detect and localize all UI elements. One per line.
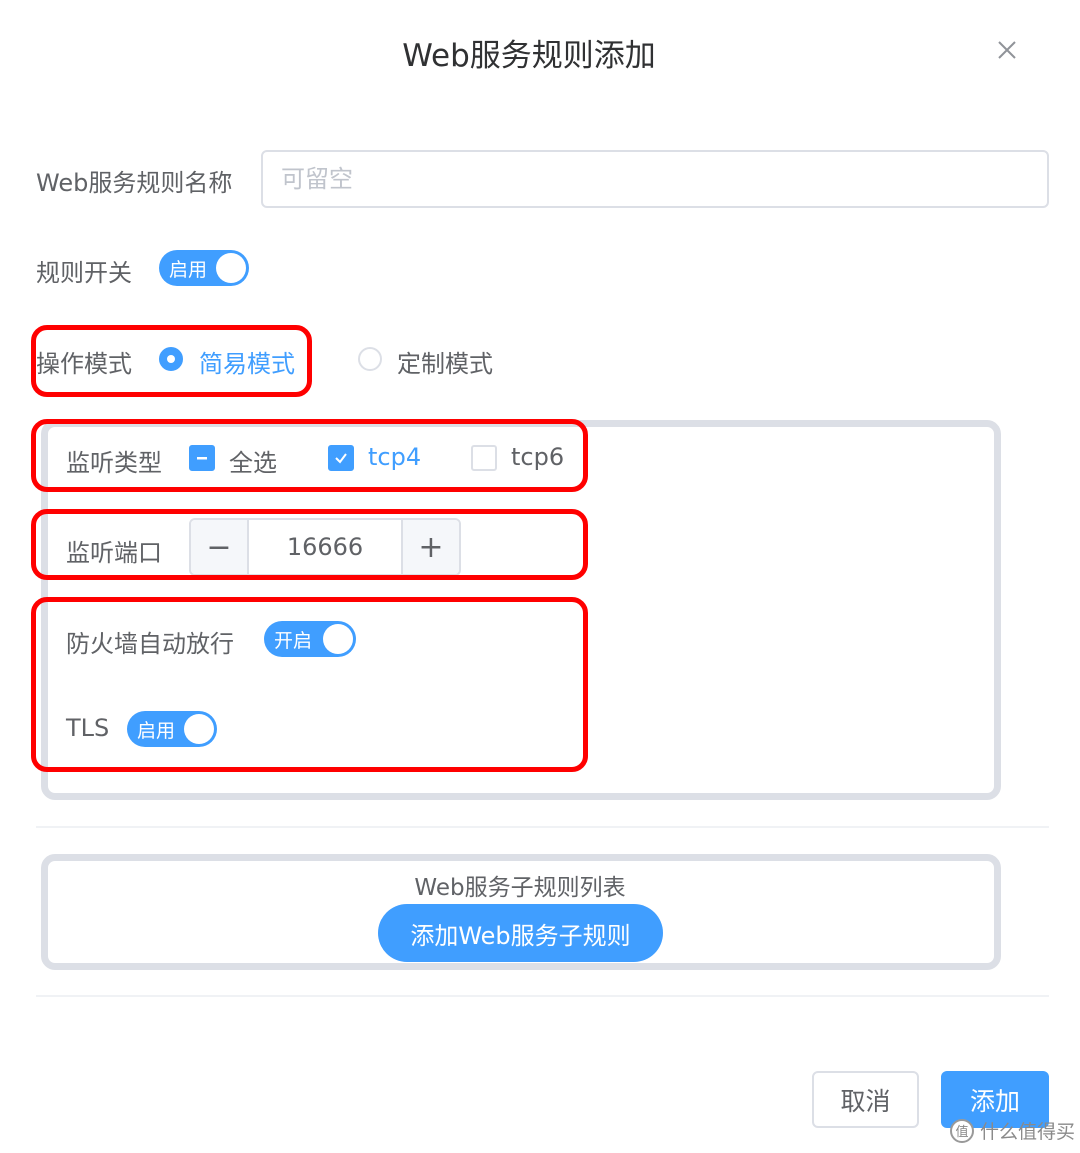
rule-switch-toggle[interactable]: 启用: [159, 250, 249, 286]
rule-switch-label: 规则开关: [36, 259, 132, 287]
dialog-title: Web服务规则添加: [402, 38, 656, 74]
rule-name-label: Web服务规则名称: [36, 169, 233, 197]
tcp6-checkbox[interactable]: [471, 445, 497, 471]
watermark-text: 什么值得买: [980, 1121, 1076, 1143]
firewall-state: 开启: [274, 629, 313, 652]
port-increment-button[interactable]: +: [401, 520, 459, 574]
sub-rules-title: Web服务子规则列表: [414, 875, 626, 901]
switch-knob: [216, 253, 246, 283]
mode-label: 操作模式: [36, 350, 132, 378]
divider: [36, 826, 1049, 828]
firewall-label: 防火墙自动放行: [66, 630, 234, 658]
rule-switch-state: 启用: [169, 258, 208, 281]
tcp4-label[interactable]: tcp4: [368, 443, 421, 471]
firewall-toggle[interactable]: 开启: [264, 621, 356, 657]
watermark: 值 什么值得买: [950, 1117, 1075, 1144]
port-decrement-button[interactable]: −: [191, 520, 249, 574]
cancel-button[interactable]: 取消: [812, 1071, 919, 1128]
select-all-label[interactable]: 全选: [229, 443, 277, 478]
port-value[interactable]: 16666: [249, 520, 401, 574]
mode-custom-radio[interactable]: [358, 347, 382, 371]
mode-custom-label[interactable]: 定制模式: [397, 344, 493, 379]
close-icon[interactable]: [993, 36, 1021, 64]
switch-knob: [323, 624, 353, 654]
check-icon: [335, 453, 347, 464]
tcp6-label[interactable]: tcp6: [511, 443, 564, 471]
select-all-checkbox[interactable]: [189, 445, 215, 471]
watermark-logo-icon: 值: [950, 1118, 974, 1143]
listen-port-stepper: − 16666 +: [189, 518, 461, 576]
mode-simple-label[interactable]: 简易模式: [199, 344, 295, 379]
minus-icon: [197, 457, 207, 460]
listen-type-label: 监听类型: [66, 449, 162, 477]
tls-toggle[interactable]: 启用: [127, 711, 217, 747]
switch-knob: [184, 714, 214, 744]
rule-name-input[interactable]: [261, 150, 1049, 208]
tcp4-checkbox[interactable]: [328, 445, 354, 471]
tls-state: 启用: [137, 719, 176, 742]
listen-port-label: 监听端口: [66, 539, 162, 567]
add-sub-rule-button[interactable]: 添加Web服务子规则: [378, 904, 663, 962]
mode-simple-radio[interactable]: [159, 347, 183, 371]
divider: [36, 995, 1049, 997]
tls-label: TLS: [66, 714, 110, 742]
